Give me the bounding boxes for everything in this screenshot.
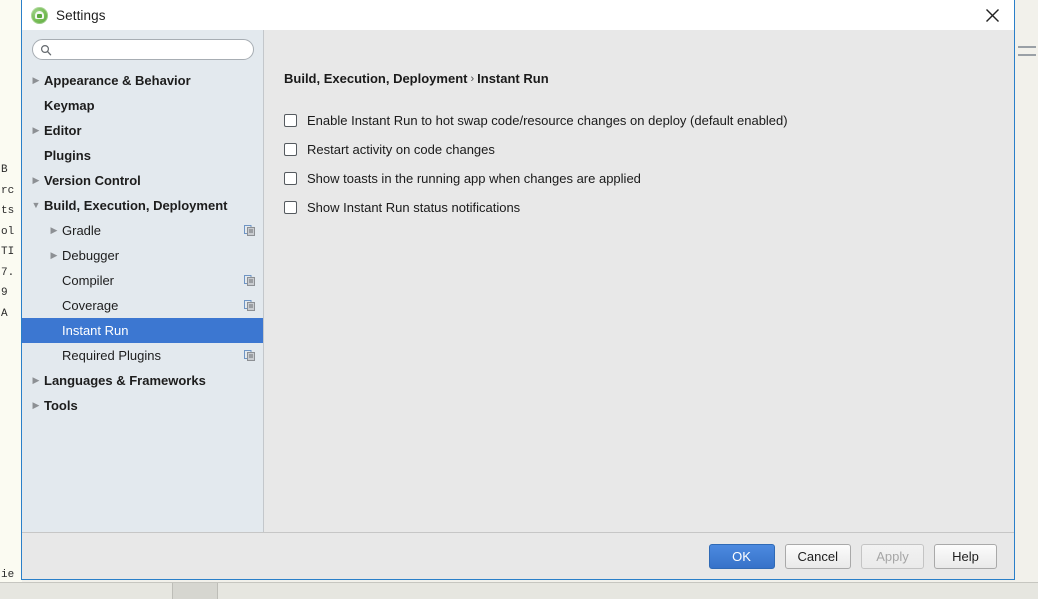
sidebar-item-instant-run[interactable]: Instant Run	[22, 318, 263, 343]
breadcrumb-current: Instant Run	[477, 71, 549, 86]
background-code-line: 7.	[1, 266, 15, 279]
chevron-down-icon[interactable]: ▼	[28, 201, 44, 210]
close-icon[interactable]	[970, 0, 1014, 30]
scroll-marker	[1018, 46, 1036, 48]
background-code-line: rc	[1, 184, 15, 197]
ok-button[interactable]: OK	[708, 543, 775, 569]
settings-sidebar: ▶ Appearance & Behavior Keymap ▶ Editor Plugi…	[22, 30, 264, 532]
copy-icon	[244, 275, 255, 286]
android-studio-icon	[31, 6, 48, 24]
background-status-bar	[0, 582, 1038, 599]
breadcrumb-parent: Build, Execution, Deployment	[284, 71, 468, 86]
sidebar-item-build-execution-deployment[interactable]: ▼ Build, Execution, Deployment	[22, 193, 263, 218]
copy-icon[interactable]	[244, 350, 255, 361]
breadcrumb-separator: ›	[470, 73, 475, 85]
sidebar-item-label: Appearance & Behavior	[44, 73, 191, 88]
sidebar-item-label: Editor	[44, 123, 82, 138]
scroll-marker	[1018, 54, 1036, 56]
background-code-line: ol	[1, 225, 15, 238]
sidebar-item-label: Keymap	[44, 98, 95, 113]
option-row[interactable]: Restart activity on code changes	[284, 135, 994, 164]
dialog-titlebar: Settings	[22, 0, 1014, 30]
checkbox[interactable]	[284, 143, 297, 156]
sidebar-item-debugger[interactable]: ▶ Debugger	[22, 243, 263, 268]
sidebar-item-label: Instant Run	[62, 323, 129, 338]
copy-icon	[244, 300, 255, 311]
sidebar-item-tools[interactable]: ▶ Tools	[22, 393, 263, 418]
option-row[interactable]: Show toasts in the running app when chan…	[284, 164, 994, 193]
sidebar-item-coverage[interactable]: Coverage	[22, 293, 263, 318]
sidebar-item-keymap[interactable]: Keymap	[22, 93, 263, 118]
sidebar-item-version-control[interactable]: ▶ Version Control	[22, 168, 263, 193]
sidebar-item-label: Version Control	[44, 173, 141, 188]
sidebar-item-label: Debugger	[62, 248, 120, 263]
sidebar-item-required-plugins[interactable]: Required Plugins	[22, 343, 263, 368]
sidebar-item-languages-frameworks[interactable]: ▶ Languages & Frameworks	[22, 368, 263, 393]
sidebar-item-label: Compiler	[62, 273, 115, 288]
chevron-right-icon[interactable]: ▶	[28, 176, 44, 185]
sidebar-item-gradle[interactable]: ▶ Gradle	[22, 218, 263, 243]
checkbox[interactable]	[284, 201, 297, 214]
background-code-line: TI	[1, 246, 15, 258]
chevron-right-icon[interactable]: ▶	[28, 401, 44, 410]
background-editor: Brc ts ol TI 7. 9 Aie	[0, 0, 22, 599]
sidebar-item-label: Languages & Frameworks	[44, 373, 206, 388]
background-code-line: A	[1, 307, 8, 320]
help-button[interactable]: Help	[934, 543, 997, 569]
settings-tree[interactable]: ▶ Appearance & Behavior Keymap ▶ Editor Plugi…	[22, 66, 263, 532]
search-area	[22, 30, 263, 66]
sidebar-item-compiler[interactable]: Compiler	[22, 268, 263, 293]
copy-icon[interactable]	[244, 300, 255, 311]
sidebar-item-label: Tools	[44, 398, 78, 413]
sidebar-item-label: Gradle	[62, 223, 102, 238]
option-label: Show toasts in the running app when chan…	[307, 171, 641, 186]
breadcrumb: Build, Execution, Deployment › Instant Run	[284, 71, 994, 86]
sidebar-item-plugins[interactable]: Plugins	[22, 143, 263, 168]
sidebar-item-appearance-behavior[interactable]: ▶ Appearance & Behavior	[22, 68, 263, 93]
sidebar-item-label: Required Plugins	[62, 348, 162, 363]
chevron-right-icon[interactable]: ▶	[28, 126, 44, 135]
settings-content-panel: Build, Execution, Deployment › Instant Run…	[264, 30, 1014, 532]
option-label: Enable Instant Run to hot swap code/reso…	[307, 113, 788, 128]
background-status-cell	[172, 583, 218, 599]
search-input[interactable]	[57, 42, 245, 57]
search-box[interactable]	[32, 39, 254, 60]
chevron-right-icon[interactable]: ▶	[46, 226, 62, 235]
sidebar-item-editor[interactable]: ▶ Editor	[22, 118, 263, 143]
sidebar-item-label: Plugins	[44, 148, 91, 163]
background-code-line: B	[1, 164, 8, 176]
background-right-gutter	[1014, 0, 1038, 599]
search-icon	[40, 44, 52, 55]
option-row[interactable]: Show Instant Run status notifications	[284, 193, 994, 222]
background-code-fragments: Brc ts ol TI 7. 9 Aie	[0, 160, 22, 581]
checkbox[interactable]	[284, 172, 297, 185]
sidebar-item-label: Coverage	[62, 298, 119, 313]
cancel-button[interactable]: Cancel	[784, 543, 851, 569]
apply-button: Apply	[861, 543, 924, 569]
dialog-title: Settings	[56, 7, 106, 23]
option-label: Restart activity on code changes	[307, 142, 495, 157]
option-label: Show Instant Run status notifications	[307, 200, 521, 215]
dialog-footer: OK Cancel Apply Help	[22, 532, 1014, 579]
sidebar-item-label: Build, Execution, Deployment	[44, 198, 228, 213]
checkbox[interactable]	[284, 114, 297, 127]
copy-icon	[244, 350, 255, 361]
options-list: Enable Instant Run to hot swap code/reso…	[284, 106, 994, 222]
background-code-line: ts	[1, 205, 15, 217]
chevron-right-icon[interactable]: ▶	[28, 376, 44, 385]
chevron-right-icon[interactable]: ▶	[46, 251, 62, 260]
background-code-line: 9	[1, 287, 8, 299]
copy-icon	[244, 225, 255, 236]
copy-icon[interactable]	[244, 225, 255, 236]
settings-dialog: Settings ▶ Appearance & Behavior Keymap ▶	[21, 0, 1015, 580]
dialog-body: ▶ Appearance & Behavior Keymap ▶ Editor Plugi…	[22, 30, 1014, 532]
copy-icon[interactable]	[244, 275, 255, 286]
option-row[interactable]: Enable Instant Run to hot swap code/reso…	[284, 106, 994, 135]
chevron-right-icon[interactable]: ▶	[28, 76, 44, 85]
